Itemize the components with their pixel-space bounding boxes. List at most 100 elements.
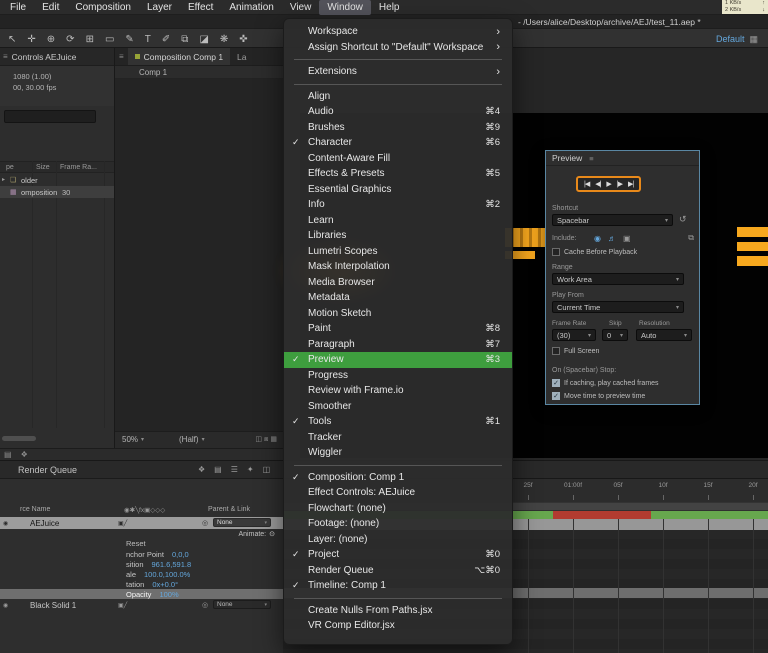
graph-editor-icon[interactable]: ☰ — [231, 465, 238, 474]
twirl-icon[interactable]: ▸ — [2, 176, 5, 183]
menubar-item-composition[interactable]: Composition — [67, 0, 139, 15]
layer-tab[interactable]: La — [230, 52, 246, 62]
window-menu-item-info[interactable]: Info ⌘2 — [284, 197, 512, 213]
window-menu-item-media-browser[interactable]: Media Browser — [284, 275, 512, 291]
composition-viewport[interactable] — [115, 79, 283, 431]
frame-render-icon[interactable]: ⧉ — [688, 233, 694, 243]
next-frame-button[interactable]: |▶ — [617, 180, 623, 188]
source-name-column-header[interactable]: rce Name — [20, 506, 50, 513]
new-folder-icon[interactable]: ❖ — [21, 450, 28, 459]
layer-name[interactable]: AEJuice — [30, 519, 59, 528]
clone-stamp-tool-icon[interactable]: ⧉ — [181, 34, 188, 45]
window-menu-item-mask-interpolation[interactable]: Mask Interpolation — [284, 259, 512, 275]
orbit-camera-tool-icon[interactable]: ⟳ — [66, 34, 74, 45]
pickwhip-icon[interactable]: ◎ — [202, 601, 208, 609]
window-menu-item-smoother[interactable]: Smoother — [284, 399, 512, 415]
menubar-item-window[interactable]: Window — [319, 0, 371, 15]
window-menu-item-vr-comp-editor-jsx[interactable]: VR Comp Editor.jsx — [284, 618, 512, 634]
parent-select[interactable]: None ▾ — [213, 518, 271, 527]
skip-select[interactable]: 0 ▾ — [602, 329, 628, 341]
animate-stopwatch-icon[interactable]: ⊙ — [269, 530, 275, 538]
live-update-icon[interactable]: ❖ — [198, 465, 205, 474]
composition-tab[interactable]: Composition Comp 1 — [127, 48, 231, 65]
window-menu-item-render-queue[interactable]: Render Queue ⌥⌘0 — [284, 563, 512, 579]
eraser-tool-icon[interactable]: ◪ — [199, 34, 208, 45]
window-menu-item-paragraph[interactable]: Paragraph ⌘7 — [284, 337, 512, 353]
layer-name[interactable]: Black Solid 1 — [30, 601, 76, 610]
menubar-item-effect[interactable]: Effect — [180, 0, 221, 15]
item-name[interactable]: older — [21, 176, 38, 185]
shape-tool-icon[interactable]: ▭ — [105, 34, 114, 45]
go-to-end-button[interactable]: ▶| — [628, 180, 634, 188]
window-menu-item-review-with-frame-io[interactable]: Review with Frame.io — [284, 383, 512, 399]
type-tool-icon[interactable]: T — [145, 34, 151, 45]
layer-row-aejuice[interactable]: ◉ AEJuice ▣╱ ◎ None ▾ — [0, 517, 283, 529]
window-menu-item-libraries[interactable]: Libraries — [284, 228, 512, 244]
project-flowchart-icon[interactable]: ▤ — [4, 450, 12, 459]
window-menu-item-paint[interactable]: Paint ⌘8 — [284, 321, 512, 337]
property-row-sition[interactable]: sition 961.6,591.8 — [0, 559, 283, 569]
window-menu-item-progress[interactable]: Progress — [284, 368, 512, 384]
layer-switch-icons[interactable]: ▣╱ — [118, 602, 127, 609]
property-value[interactable]: 100% — [159, 590, 178, 599]
workspace-label[interactable]: Default — [716, 34, 745, 44]
motion-blur-icon[interactable]: ✦ — [247, 465, 254, 474]
eye-icon[interactable]: ◉ — [3, 520, 8, 527]
property-value[interactable]: 0,0,0 — [172, 550, 189, 559]
window-menu-item-preview[interactable]: ✓ Preview ⌘3 — [284, 352, 512, 368]
window-menu-item-content-aware-fill[interactable]: Content-Aware Fill — [284, 151, 512, 167]
project-row-folder[interactable]: ▸ ❏ older — [0, 174, 114, 186]
project-column-headers[interactable]: pe Size Frame Ra... — [0, 161, 114, 173]
property-row-opacity[interactable]: Opacity 100% — [0, 589, 283, 599]
layer-row-black-solid[interactable]: ◉ Black Solid 1 ▣╱ ◎ None ▾ — [0, 599, 283, 611]
window-menu-item-assign-shortcut-to-default-workspace[interactable]: Assign Shortcut to "Default" Workspace › — [284, 40, 512, 56]
property-value[interactable]: 961.6,591.8 — [152, 560, 192, 569]
window-menu-item-tools[interactable]: ✓ Tools ⌘1 — [284, 414, 512, 430]
property-row-tation[interactable]: tation 0x+0.0° — [0, 579, 283, 589]
zoom-select[interactable]: 50% ▾ — [122, 435, 144, 444]
pen-tool-icon[interactable]: ✎ — [125, 34, 133, 45]
menubar-item-file[interactable]: File — [2, 0, 34, 15]
reset-icon[interactable]: ↺ — [679, 214, 687, 225]
resolution-select[interactable]: Auto ▾ — [636, 329, 692, 341]
window-menu-item-footage-none[interactable]: Footage: (none) — [284, 516, 512, 532]
video-preview-icon[interactable]: ◉ — [594, 234, 601, 243]
window-menu-item-tracker[interactable]: Tracker — [284, 430, 512, 446]
property-value[interactable]: 0x+0.0° — [152, 580, 178, 589]
overlays-icon[interactable]: ▣ — [623, 234, 631, 243]
window-menu-item-lumetri-scopes[interactable]: Lumetri Scopes — [284, 244, 512, 260]
audio-preview-icon[interactable]: ♬ — [608, 234, 616, 243]
roto-brush-tool-icon[interactable]: ❋ — [220, 34, 228, 45]
horizontal-scrollbar[interactable] — [2, 436, 36, 441]
workspace-switcher[interactable]: Default ▦ — [716, 29, 758, 49]
window-menu-item-essential-graphics[interactable]: Essential Graphics — [284, 182, 512, 198]
menubar-item-help[interactable]: Help — [371, 0, 408, 15]
breadcrumb[interactable]: Comp 1 — [139, 68, 167, 77]
menubar-item-layer[interactable]: Layer — [139, 0, 180, 15]
cache-before-playback-checkbox[interactable]: Cache Before Playback — [552, 248, 637, 256]
layer-switch-icons[interactable]: ▣╱ — [118, 520, 127, 527]
go-to-start-button[interactable]: |◀ — [584, 180, 590, 188]
type-column-header[interactable]: pe — [6, 164, 14, 171]
window-menu-item-project[interactable]: ✓ Project ⌘0 — [284, 547, 512, 563]
project-row-composition[interactable]: ▦ omposition 30 — [0, 186, 114, 198]
window-menu-item-wiggler[interactable]: Wiggler — [284, 445, 512, 461]
eye-icon[interactable]: ◉ — [3, 602, 8, 609]
previous-frame-button[interactable]: ◀| — [595, 180, 601, 188]
play-from-select[interactable]: Current Time ▾ — [552, 301, 684, 313]
window-menu-item-workspace[interactable]: Workspace › — [284, 24, 512, 40]
window-menu-item-effect-controls-aejuice[interactable]: Effect Controls: AEJuice — [284, 485, 512, 501]
menubar-item-view[interactable]: View — [282, 0, 320, 15]
frame-rate-column-header[interactable]: Frame Ra... — [60, 164, 97, 171]
reset-link[interactable]: Reset — [126, 539, 146, 548]
frame-rate-select[interactable]: (30) ▾ — [552, 329, 596, 341]
property-row-ale[interactable]: ale 100.0,100.0% — [0, 569, 283, 579]
window-menu-item-character[interactable]: ✓ Character ⌘6 — [284, 135, 512, 151]
pan-behind-tool-icon[interactable]: ⊞ — [86, 34, 94, 45]
frame-blend-icon[interactable]: ◫ — [263, 465, 271, 474]
full-screen-checkbox[interactable]: Full Screen — [552, 347, 599, 355]
effect-controls-tab[interactable]: ≡ Controls AEJuice — [0, 48, 114, 66]
window-menu-item-create-nulls-from-paths-jsx[interactable]: Create Nulls From Paths.jsx — [284, 603, 512, 619]
property-value[interactable]: 100.0,100.0% — [144, 570, 190, 579]
play-cached-frames-checkbox[interactable]: ✓ If caching, play cached frames — [552, 379, 659, 387]
